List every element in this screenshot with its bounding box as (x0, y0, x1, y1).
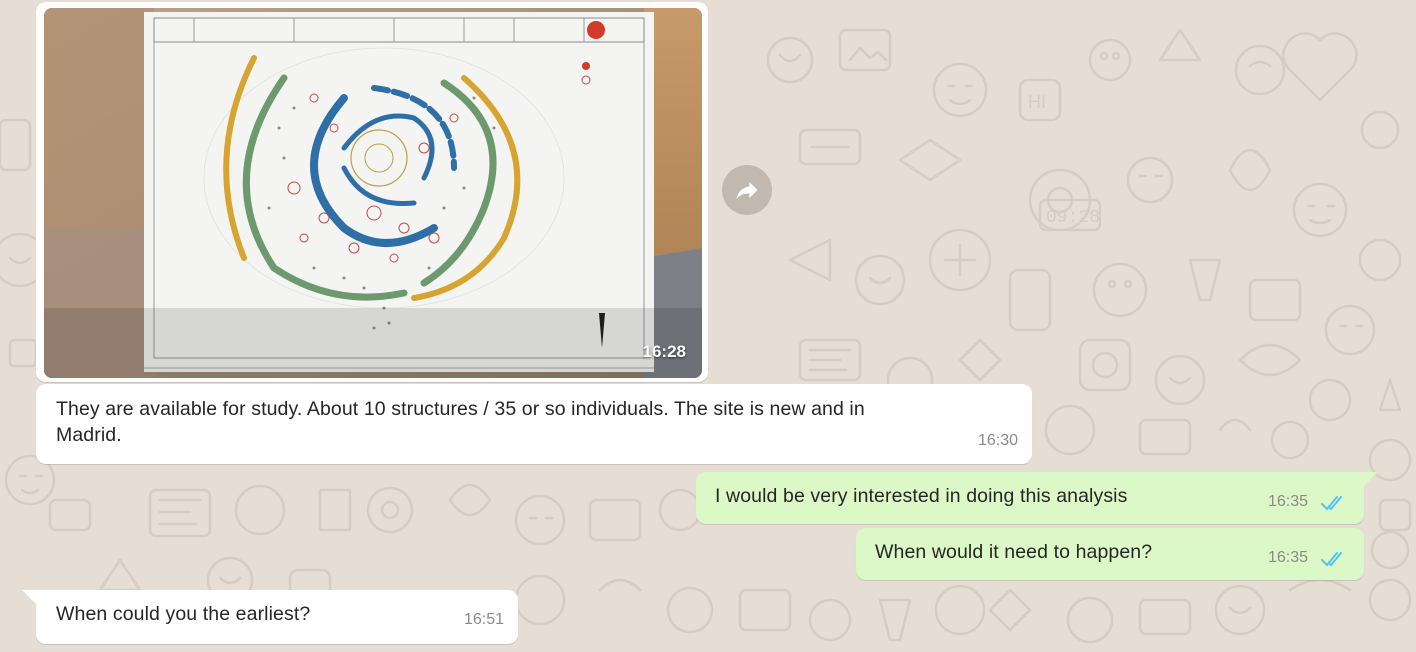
incoming-message[interactable]: They are available for study. About 10 s… (36, 384, 1032, 464)
svg-text:09:28: 09:28 (1046, 208, 1100, 228)
svg-text:HI: HI (1028, 92, 1046, 112)
image-message[interactable]: 16:28 (36, 2, 708, 382)
message-text: When could you the earliest? (56, 603, 311, 625)
message-timestamp: 16:28 (642, 342, 686, 361)
site-plan-image (44, 8, 702, 378)
double-check-icon (1321, 496, 1342, 511)
message-text-line: Madrid. (56, 424, 122, 446)
message-text: I would be very interested in doing this… (715, 485, 1128, 507)
outgoing-message[interactable]: I would be very interested in doing this… (696, 472, 1364, 524)
double-check-icon (1321, 552, 1342, 567)
message-timestamp: 16:35 (1268, 549, 1309, 566)
message-timestamp: 16:35 (1268, 493, 1309, 510)
forward-arrow-icon (736, 181, 758, 200)
forward-button[interactable] (722, 165, 772, 215)
message-timestamp: 16:30 (977, 432, 1018, 449)
incoming-message[interactable]: When could you the earliest? 16:51 (36, 590, 518, 644)
message-text-line: They are available for study. About 10 s… (56, 398, 865, 420)
message-timestamp: 16:51 (463, 611, 504, 628)
outgoing-message[interactable]: When would it need to happen? 16:35 (856, 528, 1364, 580)
site-plan-photo[interactable]: 16:28 (44, 8, 702, 378)
message-text: When would it need to happen? (875, 541, 1153, 563)
